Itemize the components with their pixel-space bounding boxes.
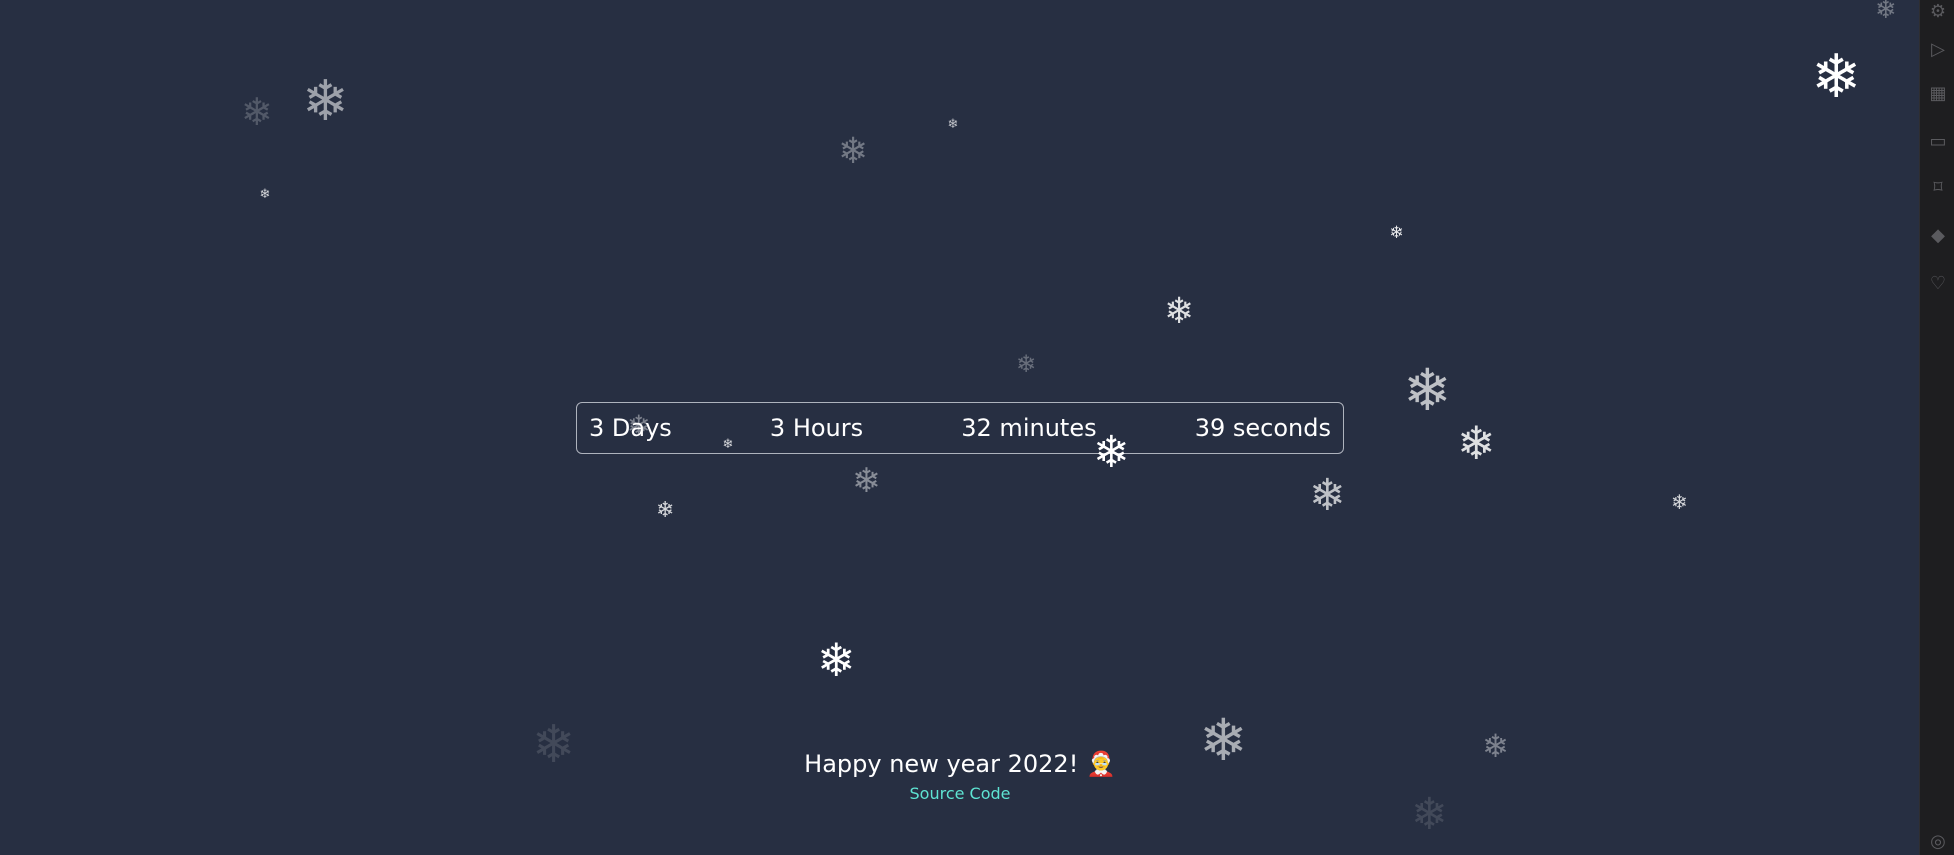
snowflake-icon: ❄ (1016, 350, 1037, 378)
page-canvas: 3 Days 3 Hours 32 minutes 39 seconds Hap… (0, 0, 1920, 855)
snowflake-icon: ❄ (1875, 0, 1897, 25)
countdown-minutes: 32 minutes (961, 414, 1097, 442)
snowflake-icon: ❄ (852, 461, 881, 501)
snowflake-icon: ❄ (302, 69, 349, 134)
snowflake-icon: ❄ (817, 633, 856, 687)
countdown-hours: 3 Hours (769, 414, 864, 442)
run-debug-icon[interactable]: ▷ (1928, 40, 1948, 60)
bookmark-icon[interactable]: ⌑ (1928, 178, 1948, 198)
snowflake-icon: ❄ (1457, 416, 1496, 470)
remote-icon[interactable]: ▭ (1928, 132, 1948, 152)
snowflake-icon: ❄ (532, 715, 576, 775)
countdown-box: 3 Days 3 Hours 32 minutes 39 seconds (576, 402, 1344, 454)
snowflake-icon: ❄ (627, 409, 651, 442)
snowflake-icon: ❄ (1199, 706, 1248, 774)
snowflake-icon: ❄ (838, 131, 869, 172)
snowflake-icon: ❄ (1389, 222, 1404, 243)
docker-icon[interactable]: ◆ (1928, 226, 1948, 246)
extensions-icon[interactable]: ▦ (1928, 84, 1948, 104)
snowflake-icon: ❄ (1482, 727, 1509, 765)
greeting-text: Happy new year 2022! 🤶 (804, 750, 1116, 778)
snowflake-icon: ❄ (1411, 789, 1448, 840)
footer: Happy new year 2022! 🤶 Source Code (0, 748, 1920, 803)
settings-icon[interactable]: ⚙ (1928, 2, 1948, 22)
heart-icon[interactable]: ♡ (1928, 274, 1948, 294)
countdown-seconds: 39 seconds (1194, 414, 1331, 442)
snowflake-icon: ❄ (1811, 42, 1862, 112)
source-code-link[interactable]: Source Code (910, 784, 1011, 803)
snowflake-icon: ❄ (1164, 291, 1195, 332)
snowflake-icon: ❄ (259, 186, 271, 202)
snowflake-icon: ❄ (1093, 427, 1130, 478)
snowflake-icon: ❄ (241, 90, 273, 134)
snowflake-icon: ❄ (1403, 356, 1452, 424)
snowflake-icon: ❄ (947, 116, 959, 132)
editor-sidebar: ⚙ ▷ ▦ ▭ ⌑ ◆ ♡ ◎ (1919, 0, 1954, 855)
account-icon[interactable]: ◎ (1928, 832, 1948, 852)
snowflake-icon: ❄ (722, 436, 734, 452)
snowflake-icon: ❄ (1309, 470, 1346, 521)
snowflake-icon: ❄ (656, 498, 675, 523)
snowflake-icon: ❄ (1671, 490, 1688, 514)
